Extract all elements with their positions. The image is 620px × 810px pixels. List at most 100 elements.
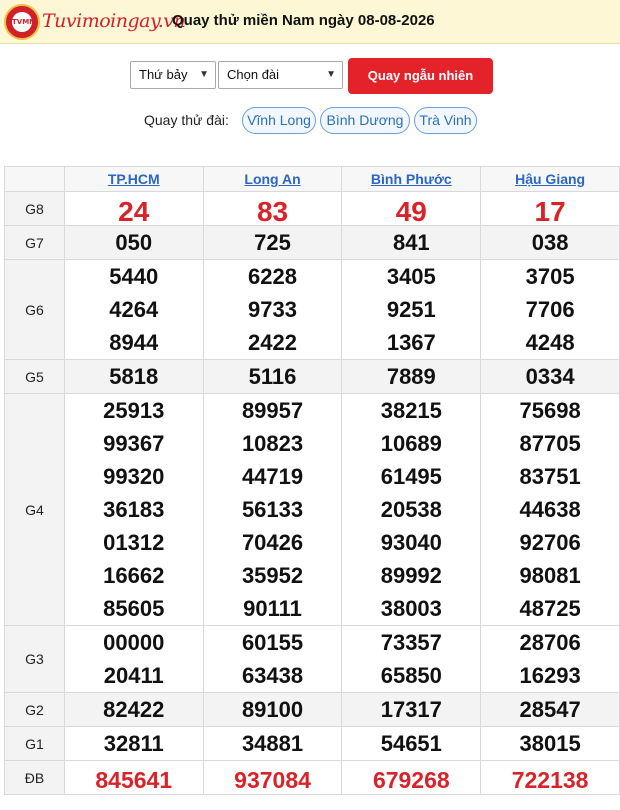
prize-number: 99320	[103, 464, 165, 489]
prize-number: 49	[395, 196, 427, 227]
station-select[interactable]: Chọn đài ▼	[218, 61, 343, 89]
station-chip-tra-vinh[interactable]: Trà Vinh	[414, 107, 477, 134]
station-chips-row: Quay thử đài: Vĩnh Long Bình Dương Trà V…	[0, 107, 620, 135]
prize-cell: 82422	[63, 692, 204, 727]
prize-cell: 34881	[202, 726, 343, 761]
prize-number: 9251	[386, 297, 436, 322]
station-chip-binh-duong[interactable]: Bình Dương	[320, 107, 410, 134]
prize-number: 10823	[241, 431, 304, 456]
prize-number: 7706	[525, 297, 575, 322]
prize-number: 5116	[248, 364, 297, 389]
day-select-value: Thứ bảy	[139, 67, 188, 82]
prize-number: 3705	[525, 264, 575, 289]
prize-number: 28547	[519, 697, 581, 722]
prize-number: 28706	[519, 630, 581, 655]
prize-row: G1 32811 34881 54651 38015	[4, 726, 620, 761]
prize-row: G8 24 83 49 17	[4, 191, 620, 227]
prize-cell: 24	[63, 191, 204, 227]
prize-number: 56133	[241, 497, 304, 522]
prize-cell: 050	[63, 225, 204, 260]
day-select[interactable]: Thứ bảy ▼	[130, 61, 216, 89]
random-spin-button[interactable]: Quay ngẫu nhiên	[348, 58, 493, 94]
prize-cell: 725	[202, 225, 343, 260]
logo-text[interactable]: Tuvimoingay.vn	[42, 10, 186, 32]
prize-number: 32811	[103, 731, 164, 756]
prize-number: 98081	[519, 563, 581, 588]
prize-row: G4 25913 99367 99320 36183 01312 16662 85605 899…	[4, 393, 620, 626]
prize-cell: 722138	[480, 760, 620, 795]
prize-cell: 6228 9733 2422	[202, 259, 343, 360]
logo-icon[interactable]: TVMN	[4, 4, 40, 40]
results-body: G8 24 83 49 17 G7 050 725 841 038 G6 5440 4264 8944 62…	[4, 191, 620, 795]
station-link-tp-hcm[interactable]: TP.HCM	[108, 171, 160, 187]
prize-number: 70426	[241, 530, 304, 555]
prize-row: G2 82422 89100 17317 28547	[4, 692, 620, 727]
prize-number: 93040	[380, 530, 442, 555]
column-header: Hậu Giang	[480, 166, 620, 192]
prize-label: ĐB	[4, 760, 65, 795]
prize-number: 7889	[386, 364, 436, 389]
prize-cell: 7889	[341, 359, 482, 394]
prize-number: 4264	[109, 297, 159, 322]
station-link-long-an[interactable]: Long An	[244, 171, 300, 187]
prize-number: 24	[118, 196, 150, 227]
prize-cell: 17317	[341, 692, 482, 727]
prize-number: 845641	[95, 767, 173, 793]
prize-number: 35952	[241, 563, 304, 588]
prize-number: 48725	[519, 596, 581, 621]
station-chip-vinh-long[interactable]: Vĩnh Long	[242, 107, 316, 134]
prize-number: 34881	[241, 731, 304, 756]
prize-number: 1367	[386, 330, 436, 355]
prize-number: 679268	[372, 767, 450, 793]
prize-number: 89992	[380, 563, 442, 588]
prize-cell: 28706 16293	[480, 625, 620, 693]
prize-label: G5	[4, 359, 65, 394]
chevron-down-icon: ▼	[326, 69, 336, 80]
results-table: TP.HCM Long An Bình Phước Hậu Giang G8 24…	[4, 166, 620, 795]
controls-bar: Thứ bảy ▼ Chọn đài ▼ Quay ngẫu nhiên	[0, 58, 620, 94]
prize-number: 38215	[380, 398, 442, 423]
results-header-row: TP.HCM Long An Bình Phước Hậu Giang	[4, 166, 620, 192]
prize-cell: 38015	[480, 726, 620, 761]
prize-cell: 60155 63438	[202, 625, 343, 693]
station-link-hau-giang[interactable]: Hậu Giang	[515, 171, 585, 187]
prize-number: 038	[531, 230, 569, 255]
prize-number: 4248	[525, 330, 575, 355]
prize-cell: 73357 65850	[341, 625, 482, 693]
prize-number: 17317	[380, 697, 442, 722]
prize-cell: 038	[480, 225, 620, 260]
station-link-binh-phuoc[interactable]: Bình Phước	[371, 171, 452, 187]
prize-number: 725	[254, 230, 291, 255]
prize-cell: 89100	[202, 692, 343, 727]
prize-cell: 54651	[341, 726, 482, 761]
prize-row: G6 5440 4264 8944 6228 9733 2422 3405 9251 1367 37…	[4, 259, 620, 360]
site-header: TVMN Tuvimoingay.vn Quay thử miền Nam ng…	[0, 0, 620, 44]
prize-cell: 679268	[341, 760, 482, 795]
prize-number: 60155	[241, 630, 304, 655]
prize-number: 16293	[519, 663, 581, 688]
station-select-value: Chọn đài	[227, 67, 280, 82]
prize-number: 8944	[109, 330, 159, 355]
prize-number: 82422	[103, 697, 165, 722]
prize-number: 841	[392, 230, 430, 255]
prize-number: 00000	[103, 630, 165, 655]
prize-number: 722138	[511, 767, 589, 793]
prize-number: 61495	[380, 464, 442, 489]
prize-number: 44638	[519, 497, 581, 522]
prize-row: G7 050 725 841 038	[4, 225, 620, 260]
station-chips-label: Quay thử đài:	[144, 112, 229, 128]
prize-number: 44719	[241, 464, 304, 489]
column-header: Bình Phước	[341, 166, 482, 192]
prize-number: 6228	[248, 264, 297, 289]
prize-number: 3405	[386, 264, 436, 289]
prize-number: 5440	[109, 264, 159, 289]
prize-label: G4	[4, 393, 65, 626]
prize-number: 92706	[519, 530, 581, 555]
prize-cell: 841	[341, 225, 482, 260]
header-blank-cell	[4, 166, 65, 192]
prize-label: G6	[4, 259, 65, 360]
prize-number: 38015	[519, 731, 581, 756]
prize-number: 89100	[241, 697, 304, 722]
prize-number: 83	[256, 196, 289, 227]
prize-number: 89957	[241, 398, 304, 423]
